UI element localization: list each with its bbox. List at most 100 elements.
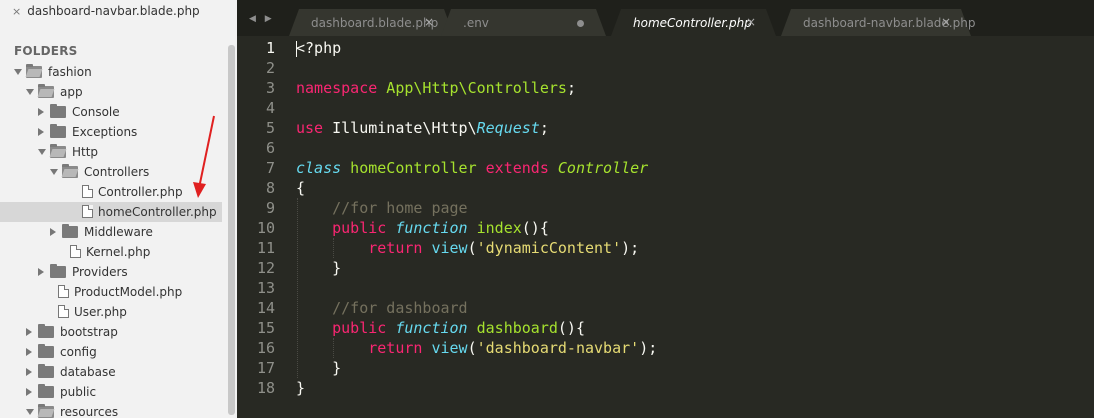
- code-line: return view('dynamicContent');: [296, 238, 639, 258]
- code-token: Controller: [557, 159, 649, 177]
- code-token: class: [296, 159, 342, 177]
- tree-item-label: Providers: [72, 265, 128, 279]
- tree-item-label: Http: [72, 145, 99, 159]
- tree-folder[interactable]: bootstrap: [0, 322, 222, 342]
- folder-icon: [50, 124, 66, 138]
- code-line: //for home page: [296, 198, 467, 218]
- folders-heading: FOLDERS: [14, 44, 78, 58]
- tree-folder[interactable]: resources: [0, 402, 222, 418]
- open-file-name: dashboard-navbar.blade.php: [27, 4, 200, 18]
- line-number: 11: [256, 239, 275, 257]
- tree-folder[interactable]: public: [0, 382, 222, 402]
- code-token: }: [296, 259, 342, 277]
- line-number: 16: [256, 339, 275, 357]
- tab-3[interactable]: homeController.php ×: [611, 9, 776, 36]
- code-token: (: [467, 339, 477, 357]
- tree-file[interactable]: Controller.php: [0, 182, 222, 202]
- tree-folder[interactable]: Controllers: [0, 162, 222, 182]
- code-token: public: [332, 319, 387, 337]
- caret-right-icon[interactable]: [26, 348, 32, 356]
- folder-icon: [38, 344, 54, 358]
- tab-bar: ◀ ▶ dashboard.blade.php × .env homeControll…: [237, 0, 1094, 36]
- line-number: 17: [256, 359, 275, 377]
- tree-item-label: database: [60, 365, 116, 379]
- file-icon: [82, 185, 93, 198]
- code-line: use Illuminate\Http\Request;: [296, 118, 549, 138]
- tab-2[interactable]: .env: [441, 9, 606, 36]
- folder-icon: [38, 364, 54, 378]
- folder-open-icon: [26, 64, 42, 78]
- tree-file[interactable]: homeController.php: [0, 202, 222, 222]
- tree-item-label: Kernel.php: [86, 245, 151, 259]
- code-line: //for dashboard: [296, 298, 467, 318]
- unsaved-dot-icon[interactable]: [577, 20, 584, 27]
- close-tab-icon[interactable]: ×: [424, 15, 434, 29]
- code-token: view: [431, 339, 468, 357]
- tab-label: dashboard.blade.php: [311, 16, 439, 30]
- caret-down-icon[interactable]: [26, 89, 34, 95]
- tree-item-label: User.php: [74, 305, 127, 319]
- caret-right-icon[interactable]: [38, 268, 44, 276]
- tree-folder[interactable]: config: [0, 342, 222, 362]
- open-file-item[interactable]: × dashboard-navbar.blade.php: [12, 4, 200, 20]
- caret-down-icon[interactable]: [38, 149, 46, 155]
- code-token: return: [368, 239, 423, 257]
- line-number: 15: [256, 319, 275, 337]
- tree-folder[interactable]: app: [0, 82, 222, 102]
- code-token: function: [395, 319, 468, 337]
- tree-folder[interactable]: Console: [0, 102, 222, 122]
- caret-down-icon[interactable]: [50, 169, 58, 175]
- caret-right-icon[interactable]: [50, 228, 56, 236]
- tree-item-label: resources: [60, 405, 119, 418]
- caret-down-icon[interactable]: [26, 409, 34, 415]
- folder-icon: [50, 104, 66, 118]
- sidebar-scrollbar[interactable]: [228, 45, 235, 415]
- tab-label: homeController.php: [633, 16, 752, 30]
- code-line: public function dashboard(){: [296, 318, 585, 338]
- code-line: }: [296, 258, 341, 278]
- caret-right-icon[interactable]: [38, 128, 44, 136]
- tab-4[interactable]: dashboard-navbar.blade.php ×: [781, 9, 975, 36]
- caret-down-icon[interactable]: [14, 69, 22, 75]
- code-token: }: [296, 359, 342, 377]
- sidebar: × dashboard-navbar.blade.php FOLDERS fash…: [0, 0, 237, 418]
- folder-open-icon: [38, 84, 54, 98]
- tree-folder[interactable]: fashion: [0, 62, 222, 82]
- code-token: ;: [539, 119, 549, 137]
- tree-folder[interactable]: Providers: [0, 262, 222, 282]
- code-token: function: [395, 219, 468, 237]
- code-token: (){: [521, 219, 549, 237]
- code-line: {: [296, 178, 305, 198]
- indent-guide: [297, 198, 298, 378]
- caret-right-icon[interactable]: [26, 368, 32, 376]
- tree-folder[interactable]: Http: [0, 142, 222, 162]
- close-open-file-icon[interactable]: ×: [12, 5, 21, 18]
- tab-label: .env: [463, 16, 489, 30]
- tree-file[interactable]: ProductModel.php: [0, 282, 222, 302]
- code-line: namespace App\Http\Controllers;: [296, 78, 576, 98]
- file-icon: [58, 305, 69, 318]
- caret-right-icon[interactable]: [26, 388, 32, 396]
- tree-folder[interactable]: Exceptions: [0, 122, 222, 142]
- line-number: 7: [265, 159, 275, 177]
- code-token: namespace: [296, 79, 378, 97]
- tab-1[interactable]: dashboard.blade.php ×: [289, 9, 454, 36]
- tree-item-label: fashion: [48, 65, 92, 79]
- code-token: homeController: [341, 159, 486, 177]
- tree-file[interactable]: User.php: [0, 302, 222, 322]
- tab-nav-arrows-icon[interactable]: ◀ ▶: [249, 14, 275, 24]
- close-tab-icon[interactable]: ×: [941, 15, 951, 29]
- tree-file[interactable]: Kernel.php: [0, 242, 222, 262]
- tree-item-label: Console: [72, 105, 120, 119]
- caret-right-icon[interactable]: [26, 328, 32, 336]
- file-icon: [70, 245, 81, 258]
- tree-folder[interactable]: database: [0, 362, 222, 382]
- close-tab-icon[interactable]: ×: [746, 15, 756, 29]
- caret-right-icon[interactable]: [38, 108, 44, 116]
- tree-folder[interactable]: Middleware: [0, 222, 222, 242]
